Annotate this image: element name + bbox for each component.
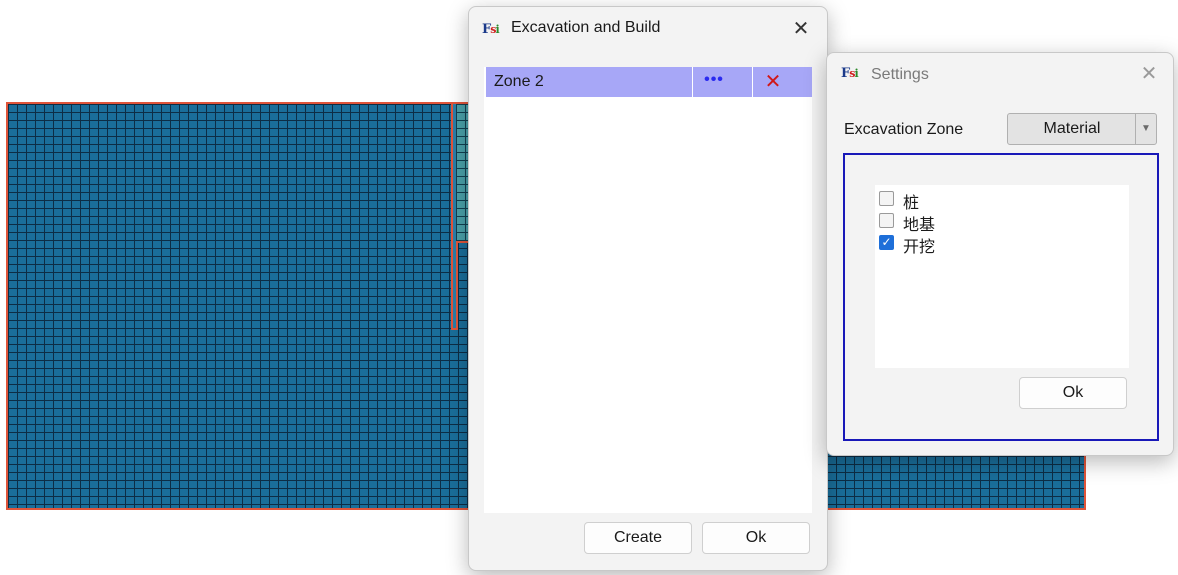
- dialog-titlebar[interactable]: Fsi Settings ✕: [827, 53, 1173, 97]
- delete-zone-button[interactable]: ✕: [758, 67, 788, 97]
- close-icon[interactable]: ✕: [1135, 62, 1163, 86]
- app-logo-icon: Fsi: [482, 22, 500, 37]
- zone-row[interactable]: Zone 2 ••• ✕: [486, 67, 812, 97]
- ok-button[interactable]: Ok: [1019, 377, 1127, 409]
- column-divider: [692, 67, 693, 97]
- create-button[interactable]: Create: [584, 522, 692, 554]
- settings-dialog: Fsi Settings ✕ Excavation Zone Material …: [826, 52, 1174, 456]
- excavation-zone-label: Excavation Zone: [844, 121, 964, 138]
- zone-name: Zone 2: [494, 73, 544, 90]
- select-value: Material: [1043, 120, 1101, 137]
- more-options-button[interactable]: •••: [698, 67, 730, 97]
- ok-button[interactable]: Ok: [702, 522, 810, 554]
- dropdown-arrow-icon[interactable]: ▼: [1135, 114, 1156, 144]
- material-checkbox[interactable]: [879, 191, 894, 206]
- close-icon[interactable]: ✕: [787, 17, 815, 41]
- material-checkbox[interactable]: ✓: [879, 235, 894, 250]
- column-divider: [752, 67, 753, 97]
- material-label: 桩: [903, 193, 920, 212]
- dialog-title: Excavation and Build: [511, 19, 661, 36]
- dialog-titlebar[interactable]: Fsi Excavation and Build ✕: [469, 7, 827, 51]
- material-checkbox[interactable]: [879, 213, 894, 228]
- dialog-title: Settings: [871, 66, 929, 83]
- zone-type-select[interactable]: Material ▼: [1007, 113, 1157, 145]
- material-label: 开挖: [903, 237, 936, 256]
- material-panel: 桩 地基 ✓ 开挖 Ok: [843, 153, 1159, 441]
- material-list: 桩 地基 ✓ 开挖: [875, 185, 1129, 368]
- app-logo-icon: Fsi: [841, 66, 859, 81]
- zone-list: Zone 2 ••• ✕: [484, 67, 812, 513]
- material-label: 地基: [903, 215, 936, 234]
- excavation-build-dialog: Fsi Excavation and Build ✕ Zone 2 ••• ✕ …: [468, 6, 828, 571]
